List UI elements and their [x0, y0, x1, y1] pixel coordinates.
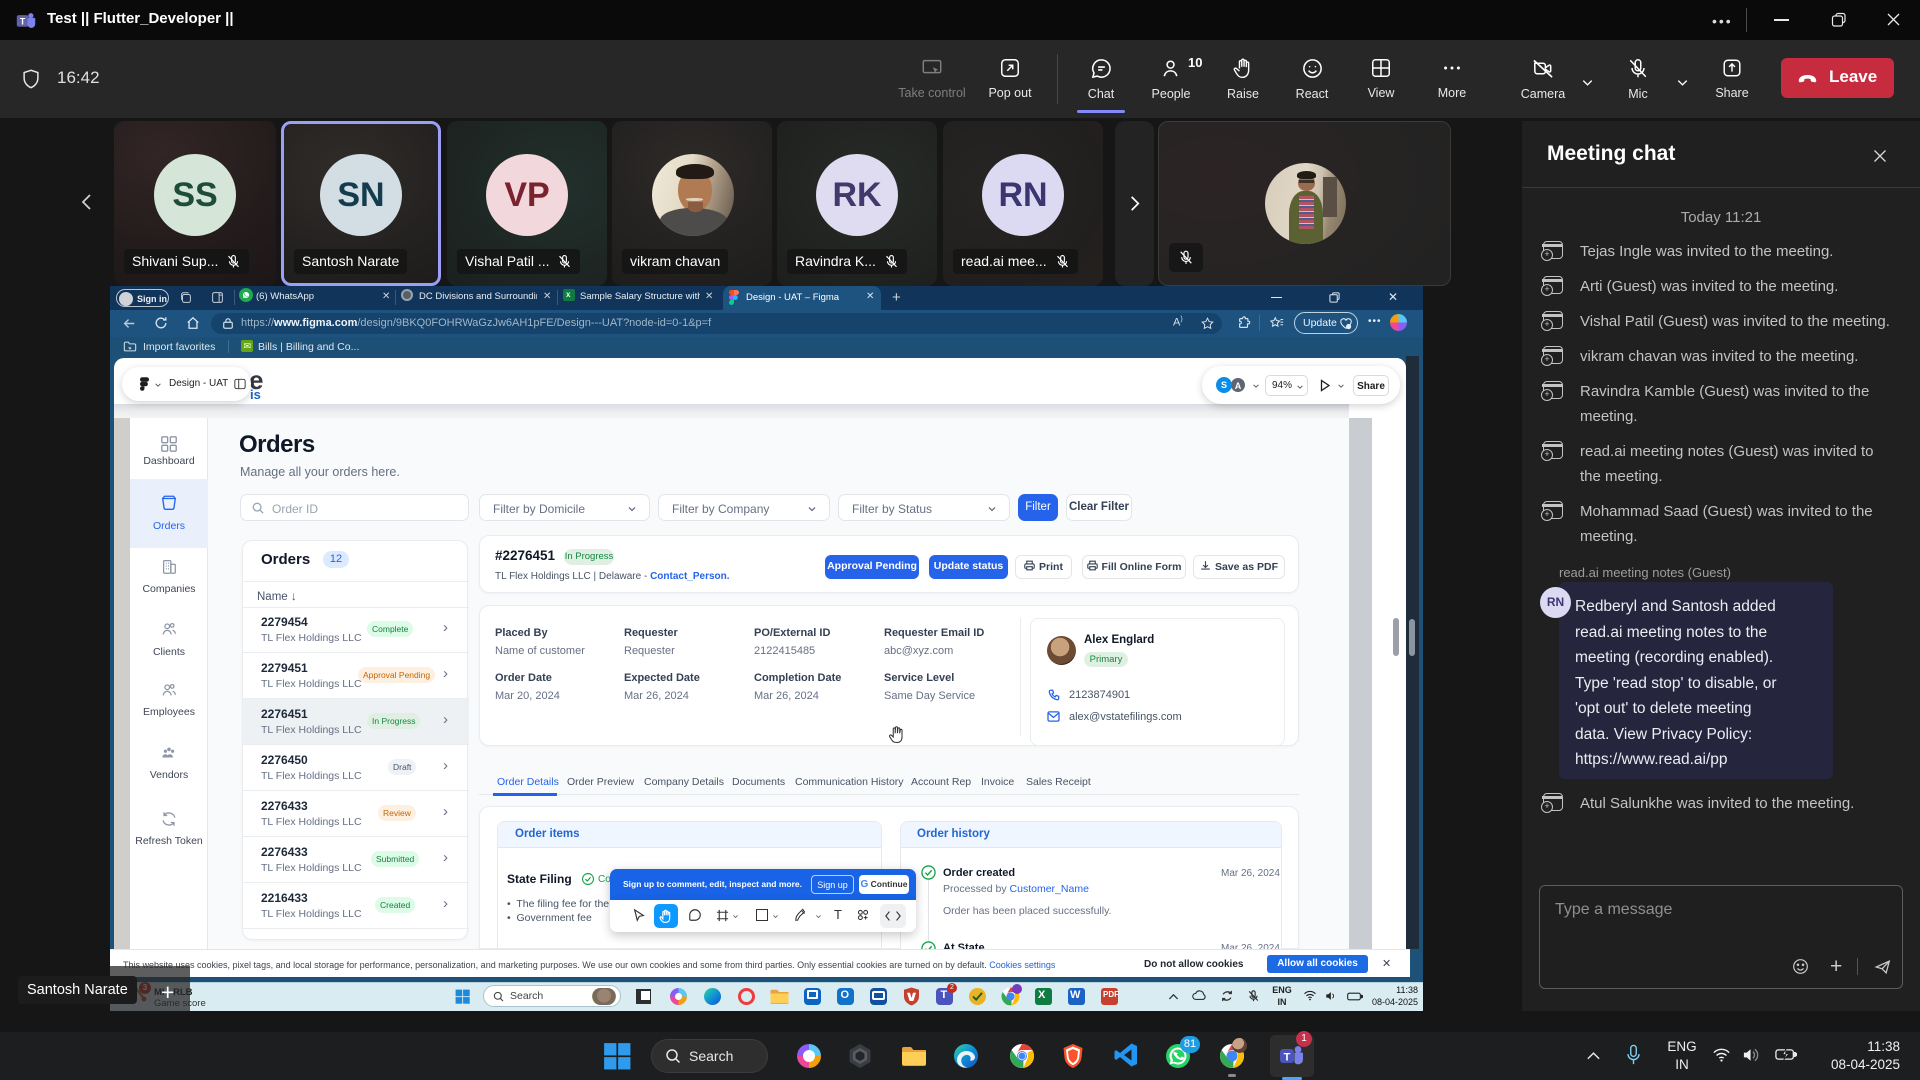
- svg-text:T: T: [20, 16, 26, 26]
- svg-text:T: T: [1284, 1052, 1291, 1064]
